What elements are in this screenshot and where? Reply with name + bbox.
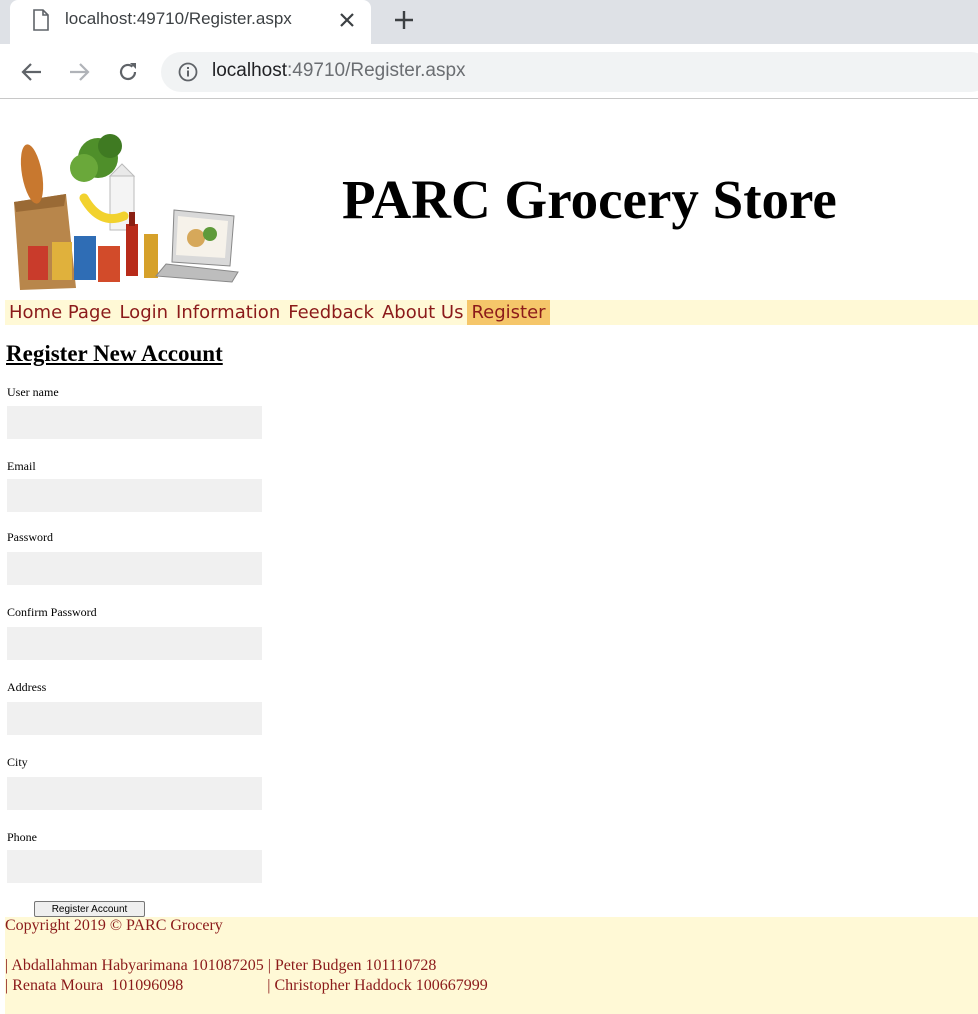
new-tab-icon[interactable]: [393, 9, 415, 31]
page-icon: [33, 9, 49, 31]
page-content: PARC Grocery Store Home Page Login Infor…: [0, 100, 978, 1014]
team-members-line-1: | Abdallahman Habyarimana 101087205 | Pe…: [5, 957, 437, 974]
phone-input[interactable]: [7, 850, 262, 883]
username-input[interactable]: [7, 406, 262, 439]
grocery-logo-image: [14, 134, 239, 290]
site-footer: Copyright 2019 © PARC Grocery | Abdallah…: [5, 917, 978, 1014]
browser-toolbar: localhost:49710/Register.aspx: [0, 44, 978, 99]
nav-item-home[interactable]: Home Page: [5, 300, 115, 325]
password-label: Password: [7, 530, 54, 544]
address-bar[interactable]: localhost:49710/Register.aspx: [161, 52, 978, 92]
main-nav: Home Page Login Information Feedback Abo…: [5, 300, 978, 325]
page-title: Register New Account: [6, 341, 223, 366]
city-label: City: [7, 755, 28, 769]
nav-item-login[interactable]: Login: [115, 300, 172, 325]
forward-arrow-icon[interactable]: [67, 60, 91, 84]
confirm-password-input[interactable]: [7, 627, 262, 660]
nav-item-feedback[interactable]: Feedback: [284, 300, 378, 325]
tab-title: localhost:49710/Register.aspx: [65, 9, 292, 28]
username-label: User name: [7, 385, 59, 399]
nav-item-information[interactable]: Information: [172, 300, 284, 325]
site-title: PARC Grocery Store: [342, 169, 837, 230]
url-text[interactable]: localhost:49710/Register.aspx: [212, 60, 466, 82]
info-icon[interactable]: [178, 62, 198, 82]
address-input[interactable]: [7, 702, 262, 735]
email-input[interactable]: [7, 479, 262, 512]
browser-tab[interactable]: localhost:49710/Register.aspx: [10, 0, 371, 44]
url-host: localhost: [212, 60, 287, 81]
city-input[interactable]: [7, 777, 262, 810]
nav-item-about-us[interactable]: About Us: [378, 300, 468, 325]
phone-label: Phone: [7, 830, 37, 844]
close-icon[interactable]: [339, 12, 355, 28]
confirm-password-label: Confirm Password: [7, 605, 97, 619]
password-input[interactable]: [7, 552, 262, 585]
team-members-line-2: | Renata Moura 101096098 | Christopher H…: [5, 977, 488, 994]
back-arrow-icon[interactable]: [20, 60, 44, 84]
nav-item-register[interactable]: Register: [467, 300, 550, 325]
reload-icon[interactable]: [116, 60, 140, 84]
copyright-text: Copyright 2019 © PARC Grocery: [5, 917, 223, 934]
site-header: PARC Grocery Store: [0, 100, 978, 300]
register-account-button[interactable]: Register Account: [34, 901, 145, 917]
browser-tabstrip: localhost:49710/Register.aspx: [0, 0, 978, 44]
email-label: Email: [7, 459, 36, 473]
address-label: Address: [7, 680, 47, 694]
url-path: :49710/Register.aspx: [287, 60, 466, 81]
